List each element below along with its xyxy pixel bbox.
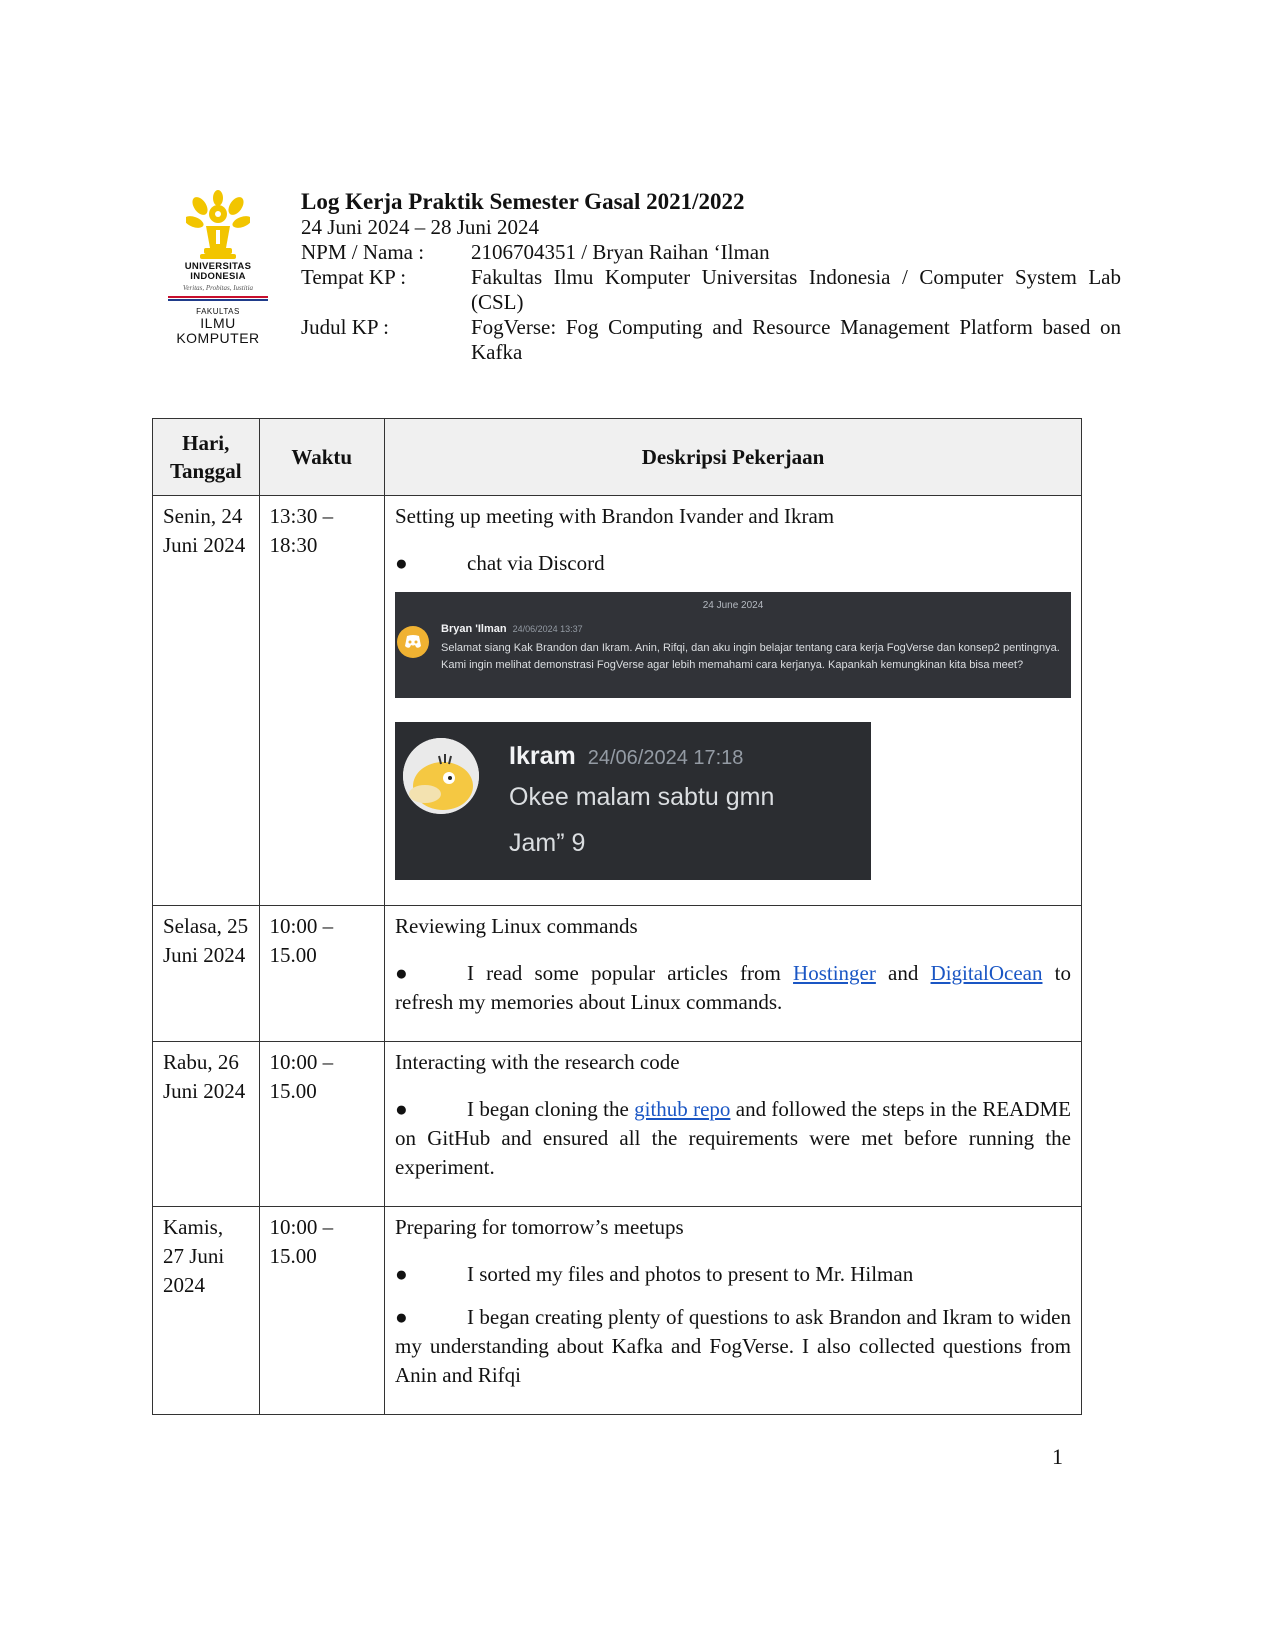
table-row: Kamis, 27 Juni 2024 10:00 – 15.00 Prepar…: [152, 1206, 1082, 1415]
discord-screenshot-reply: Ikram 24/06/2024 17:18 Okee malam sabtu g…: [395, 722, 871, 880]
table-row: Selasa, 25 Juni 2024 10:00 – 15.00 Revie…: [152, 905, 1082, 1042]
tempat-value: Fakultas Ilmu Komputer Universitas Indon…: [471, 265, 1121, 314]
document-title: Log Kerja Praktik Semester Gasal 2021/20…: [301, 189, 745, 214]
digitalocean-link[interactable]: DigitalOcean: [931, 961, 1043, 985]
npm-row: NPM / Nama : 2106704351 / Bryan Raihan ‘…: [301, 240, 1121, 265]
header-day: Hari, Tanggal: [152, 418, 260, 496]
bullet-icon: ●: [395, 551, 408, 575]
document-period: 24 Juni 2024 – 28 Juni 2024: [301, 215, 540, 239]
header-description: Deskripsi Pekerjaan: [384, 418, 1082, 496]
discord-reply-author: Ikram 24/06/2024 17:18: [509, 742, 744, 770]
faculty-name: ILMU KOMPUTER: [176, 315, 260, 346]
discord-reply-line: Okee malam sabtu gmn: [509, 783, 775, 811]
row-day: Selasa, 25 Juni 2024: [152, 905, 260, 1042]
hostinger-link[interactable]: Hostinger: [793, 961, 876, 985]
logo-divider-blue: [168, 299, 268, 301]
judul-value: FogVerse: Fog Computing and Resource Man…: [471, 315, 1121, 364]
tempat-row: Tempat KP : Fakultas Ilmu Komputer Unive…: [301, 265, 1121, 315]
row-time: 10:00 – 15.00: [258, 1041, 386, 1207]
makara-logo-icon: [186, 190, 250, 259]
discord-author: Bryan 'Ilman 24/06/2024 13:37: [441, 623, 583, 635]
bullet-item: ● I began creating plenty of questions to…: [395, 1305, 1071, 1387]
page-number: 1: [1052, 1444, 1063, 1469]
table-row: Rabu, 26 Juni 2024 10:00 – 15.00 Interac…: [152, 1041, 1082, 1207]
discord-date-divider: 24 June 2024: [702, 600, 764, 611]
bullet-item: ● I read some popular articles from Hosti…: [395, 961, 1071, 1014]
psyduck-avatar-icon: [403, 738, 479, 814]
tempat-label: Tempat KP :: [301, 265, 407, 289]
work-log-table: Hari, Tanggal Waktu Deskripsi Pekerjaan …: [152, 418, 1082, 1415]
header-time: Waktu: [258, 418, 386, 496]
row-day: Rabu, 26 Juni 2024: [152, 1041, 260, 1207]
table-header-row: Hari, Tanggal Waktu Deskripsi Pekerjaan: [152, 418, 1082, 496]
row-description: Preparing for tomorrow’s meetups ● I sort…: [384, 1206, 1082, 1415]
row-description: Setting up meeting with Brandon Ivander …: [384, 495, 1082, 906]
document-header: UNIVERSITAS INDONESIA Veritas, Probitas,…: [163, 188, 1123, 388]
row-title: Interacting with the research code: [395, 1050, 680, 1074]
row-time: 10:00 – 15.00: [258, 1206, 386, 1415]
discord-reply-timestamp: 24/06/2024 17:18: [587, 747, 744, 769]
discord-avatar: [397, 626, 429, 658]
header-info: Log Kerja Praktik Semester Gasal 2021/20…: [301, 188, 1121, 365]
bullet-item: ● I began cloning the github repo and fol…: [395, 1097, 1072, 1179]
bullet-icon: ●: [395, 961, 408, 985]
row-time: 10:00 – 15.00: [258, 905, 386, 1042]
university-motto: Veritas, Probitas, Iustitia: [182, 284, 254, 292]
row-day: Kamis, 27 Juni 2024: [152, 1206, 260, 1415]
github-repo-link[interactable]: github repo: [634, 1097, 730, 1121]
discord-screenshot-message: 24 June 2024 Bryan 'Ilman 24/06/2024 13:3…: [395, 592, 1071, 698]
discord-logo-icon: [405, 635, 421, 648]
table-row: Senin, 24 Juni 2024 13:30 – 18:30 Settin…: [152, 495, 1082, 906]
row-day: Senin, 24 Juni 2024: [152, 495, 260, 906]
bullet-icon: ●: [395, 1097, 408, 1121]
logo-divider-red: [168, 296, 268, 298]
bullet-item: ● chat via Discord: [395, 549, 1071, 578]
bullet-icon: ●: [395, 1262, 408, 1286]
discord-timestamp: 24/06/2024 13:37: [512, 624, 583, 634]
bullet-icon: ●: [395, 1305, 408, 1329]
judul-row: Judul KP : FogVerse: Fog Computing and R…: [301, 315, 1121, 365]
university-name: UNIVERSITAS INDONESIA: [184, 261, 252, 282]
row-title: Preparing for tomorrow’s meetups: [395, 1215, 684, 1239]
row-title: Setting up meeting with Brandon Ivander …: [395, 504, 835, 528]
npm-value: 2106704351 / Bryan Raihan ‘Ilman: [471, 240, 770, 264]
bullet-item: ● I sorted my files and photos to present…: [395, 1260, 1071, 1289]
faculty-logo: UNIVERSITAS INDONESIA Veritas, Probitas,…: [163, 188, 273, 358]
discord-message-text: Selamat siang Kak Brandon dan Ikram. Ani…: [441, 642, 1060, 671]
row-description: Reviewing Linux commands ● I read some po…: [384, 905, 1082, 1042]
row-title: Reviewing Linux commands: [395, 914, 638, 938]
judul-label: Judul KP :: [301, 315, 389, 339]
row-time: 13:30 – 18:30: [258, 495, 386, 906]
discord-reply-line: Jam” 9: [509, 829, 586, 857]
npm-label: NPM / Nama :: [301, 240, 425, 264]
row-description: Interacting with the research code ● I be…: [384, 1041, 1082, 1207]
